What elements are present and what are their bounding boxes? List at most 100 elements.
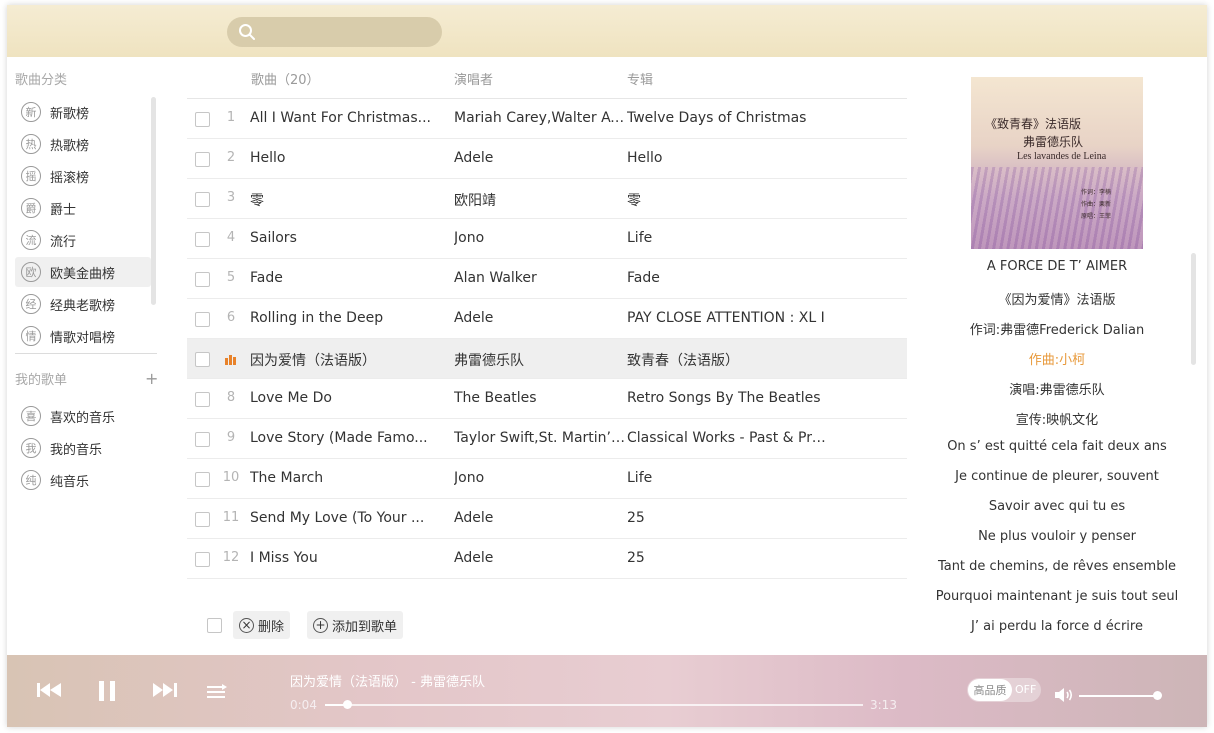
column-song[interactable]: 歌曲（20）	[251, 69, 320, 88]
song-title: Love Me Do	[250, 390, 332, 406]
song-number: 8	[226, 390, 236, 405]
sidebar-item[interactable]: 情情歌对唱榜	[15, 321, 151, 351]
sidebar-item[interactable]: 经经典老歌榜	[15, 289, 151, 319]
sidebar-item-badge: 新	[21, 102, 41, 122]
volume-icon[interactable]	[1054, 687, 1074, 703]
sidebar-item-label: 经典老歌榜	[50, 298, 116, 314]
cover-credit-line: 作曲：栗新	[1081, 201, 1112, 208]
song-artist: 弗雷德乐队	[454, 353, 524, 369]
song-row[interactable]: 2 Hello Adele Hello	[187, 139, 907, 179]
song-checkbox[interactable]	[195, 392, 210, 407]
song-row[interactable]: 10 The March Jono Life	[187, 459, 907, 499]
lyric-line: J’ ai perdu la force d écrire	[971, 619, 1143, 634]
song-checkbox[interactable]	[195, 312, 210, 327]
lyrics-scrollbar[interactable]	[1191, 253, 1196, 365]
sidebar-item[interactable]: 欧欧美金曲榜	[15, 257, 151, 287]
progress-bar[interactable]	[325, 700, 863, 709]
song-checkbox[interactable]	[195, 272, 210, 287]
song-checkbox[interactable]	[195, 512, 210, 527]
sidebar-item-label: 摇滚榜	[50, 170, 90, 186]
sidebar-item[interactable]: 热热歌榜	[15, 129, 151, 159]
song-row[interactable]: 1 All I Want For Christmas... Mariah Carey…	[187, 99, 907, 139]
volume-slider[interactable]	[1079, 691, 1163, 700]
categories-heading: 歌曲分类	[15, 73, 68, 88]
delete-label: 删除	[258, 619, 285, 635]
song-title: 因为爱情（法语版）	[250, 353, 376, 369]
song-artist: The Beatles	[454, 390, 537, 406]
search-input[interactable]	[263, 22, 433, 42]
sidebar-item-badge: 爵	[21, 198, 41, 218]
song-artist: Adele	[454, 510, 494, 526]
now-playing-equalizer-icon	[225, 355, 236, 365]
song-checkbox[interactable]	[195, 432, 210, 447]
song-artist: Adele	[454, 310, 494, 326]
song-album: Fade	[627, 270, 660, 286]
search-box[interactable]	[227, 17, 442, 47]
sidebar-item[interactable]: 喜喜欢的音乐	[15, 401, 151, 431]
sidebar-item-badge: 经	[21, 294, 41, 314]
song-row[interactable]: 因为爱情（法语版） 弗雷德乐队 致青春（法语版）	[187, 339, 907, 379]
previous-icon[interactable]	[36, 682, 64, 698]
pause-icon[interactable]	[97, 680, 117, 702]
sidebar-item-badge: 情	[21, 326, 41, 346]
sidebar-item[interactable]: 新新歌榜	[15, 97, 151, 127]
song-album: 致青春（法语版）	[627, 353, 739, 369]
song-row[interactable]: 4 Sailors Jono Life	[187, 219, 907, 259]
select-all-checkbox[interactable]	[207, 618, 222, 633]
song-title: Fade	[250, 270, 283, 286]
column-artist[interactable]: 演唱者	[454, 69, 493, 88]
sidebar-item[interactable]: 纯纯音乐	[15, 465, 151, 495]
cover-credit-line: 作词：李楠	[1081, 189, 1112, 196]
song-row[interactable]: 11 Send My Love (To Your ... Adele 25	[187, 499, 907, 539]
song-number: 9	[226, 430, 236, 445]
playlist-mode-icon[interactable]	[206, 683, 228, 701]
high-quality-toggle[interactable]: 高品质 OFF	[967, 678, 1041, 702]
lyrics-panel: 《致青春》法语版 弗雷德乐队 Les lavandes de Leina 作词：…	[927, 57, 1207, 653]
cover-title: 《致青春》法语版	[985, 117, 1082, 131]
song-album: Hello	[627, 150, 663, 166]
cover-credit-line: 原唱：王菲	[1081, 213, 1112, 220]
lyric-line: Savoir avec qui tu es	[988, 499, 1126, 514]
delete-button[interactable]: × 删除	[233, 611, 291, 639]
cover-subtitle: Les lavandes de Leina	[1017, 151, 1107, 162]
next-icon[interactable]	[150, 682, 178, 698]
lyric-line: Je continue de pleurer, souvent	[955, 469, 1159, 484]
current-time: 0:04	[290, 698, 317, 712]
song-title: 零	[250, 193, 264, 209]
top-bar	[7, 5, 1207, 57]
song-album: 25	[627, 550, 645, 566]
song-checkbox[interactable]	[195, 232, 210, 247]
song-title: Send My Love (To Your ...	[250, 510, 425, 526]
song-checkbox[interactable]	[195, 352, 210, 367]
column-album[interactable]: 专辑	[627, 69, 653, 88]
song-row[interactable]: 3 零欧阳靖零	[187, 179, 907, 219]
song-checkbox[interactable]	[195, 192, 210, 207]
song-row[interactable]: 8 Love Me Do The Beatles Retro Songs By The…	[187, 379, 907, 419]
sidebar-scrollbar[interactable]	[151, 97, 156, 305]
song-row[interactable]: 9 Love Story (Made Famo... Taylor Swift,St…	[187, 419, 907, 459]
song-row[interactable]: 6 Rolling in the Deep Adele PAY CLOSE ATTEN…	[187, 299, 907, 339]
song-row[interactable]: 5 Fade Alan Walker Fade	[187, 259, 907, 299]
playlists-heading: 我的歌单	[15, 373, 68, 388]
song-checkbox[interactable]	[195, 472, 210, 487]
song-number: 5	[226, 270, 236, 285]
progress-handle[interactable]	[342, 700, 352, 709]
song-album: PAY CLOSE ATTENTION : XL I	[627, 310, 825, 326]
sidebar-item[interactable]: 我我的音乐	[15, 433, 151, 463]
lyric-line: Ne plus vouloir y penser	[978, 529, 1136, 544]
song-checkbox[interactable]	[195, 152, 210, 167]
album-cover[interactable]: 《致青春》法语版 弗雷德乐队 Les lavandes de Leina 作词：…	[971, 77, 1143, 249]
sidebar-item[interactable]: 爵爵士	[15, 193, 151, 223]
volume-handle[interactable]	[1153, 691, 1163, 700]
sidebar-item[interactable]: 摇摇滚榜	[15, 161, 151, 191]
sidebar-item[interactable]: 流流行	[15, 225, 151, 255]
song-checkbox[interactable]	[195, 112, 210, 127]
song-checkbox[interactable]	[195, 552, 210, 567]
sidebar-item-label: 爵士	[50, 202, 77, 218]
search-icon[interactable]	[238, 23, 256, 41]
song-row[interactable]: 12 I Miss You Adele 25	[187, 539, 907, 579]
song-title: Hello	[250, 150, 286, 166]
lyric-line: 演唱:弗雷德乐队	[1009, 383, 1105, 398]
add-playlist-button[interactable]: +	[145, 369, 158, 388]
add-to-playlist-button[interactable]: + 添加到歌单	[307, 611, 404, 639]
